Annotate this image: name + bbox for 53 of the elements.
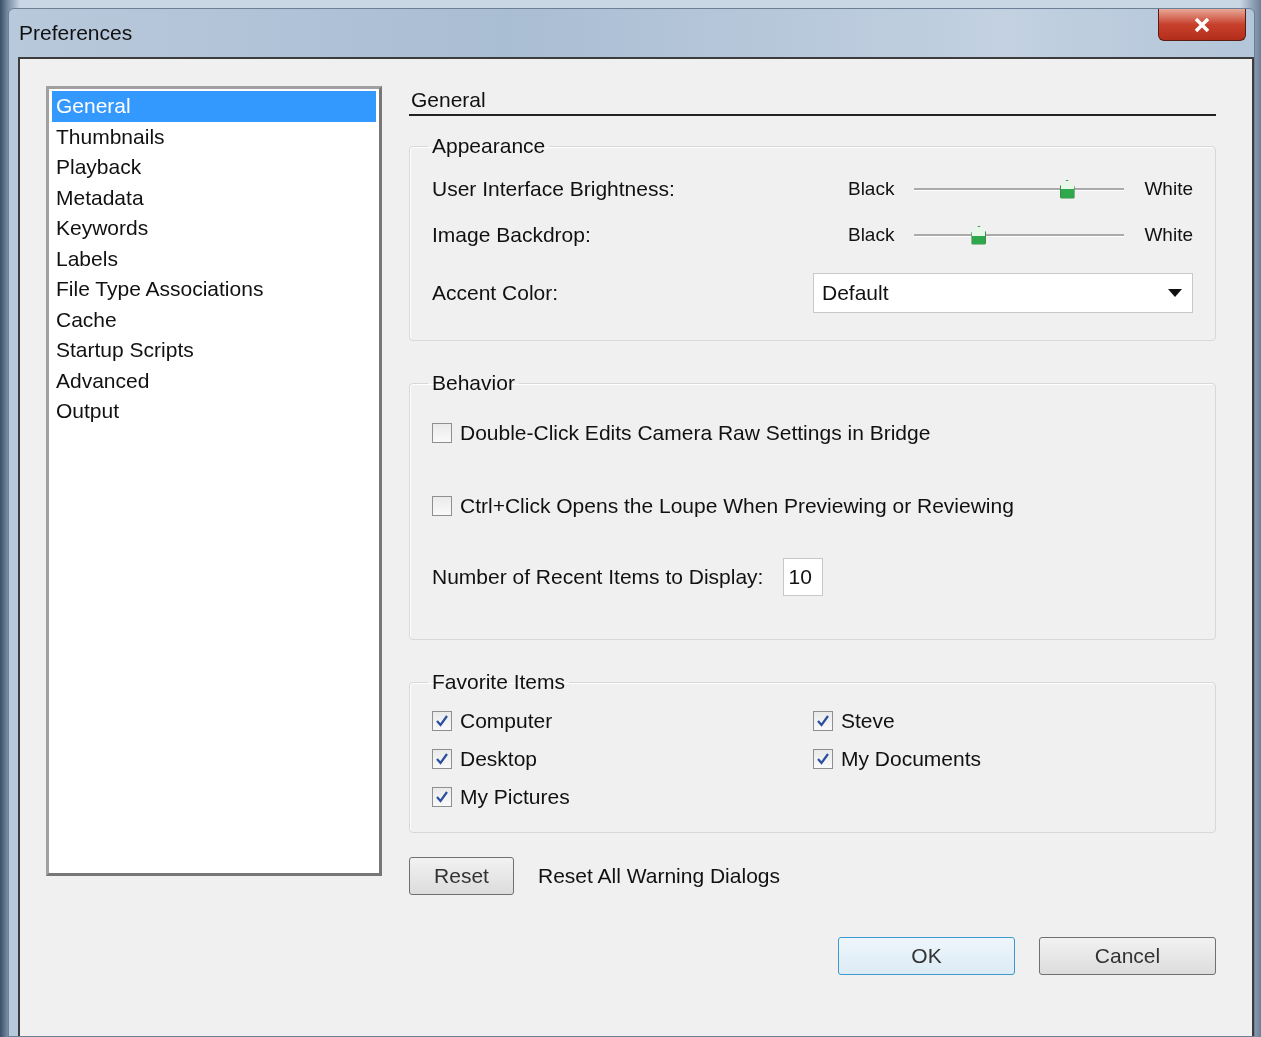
- reset-description: Reset All Warning Dialogs: [538, 864, 780, 888]
- category-item[interactable]: Labels: [52, 243, 376, 274]
- checkbox-label: Ctrl+Click Opens the Loupe When Previewing or Reviewing: [460, 494, 1014, 518]
- category-item[interactable]: Keywords: [52, 213, 376, 244]
- close-icon: [1192, 16, 1212, 33]
- slider-max-label: White: [1144, 224, 1193, 246]
- slider-thumb[interactable]: [971, 225, 987, 245]
- checkbox[interactable]: [432, 423, 452, 443]
- check-icon: [435, 790, 449, 804]
- accent-color-dropdown[interactable]: Default: [813, 273, 1193, 313]
- slider-min-label: Black: [847, 224, 895, 246]
- group-title: Appearance: [431, 134, 547, 158]
- check-icon: [816, 752, 830, 766]
- section-title: General: [409, 86, 1216, 116]
- check-icon: [435, 714, 449, 728]
- category-item[interactable]: Thumbnails: [52, 121, 376, 152]
- field-label: Accent Color:: [432, 281, 559, 305]
- category-item[interactable]: Startup Scripts: [52, 335, 376, 366]
- checkbox[interactable]: [432, 711, 452, 731]
- slider-min-label: Black: [847, 178, 895, 200]
- checkbox-label: Computer: [460, 709, 553, 733]
- caret-icon: [1168, 289, 1182, 297]
- checkbox-label: My Documents: [841, 747, 982, 771]
- slider-max-label: White: [1144, 178, 1193, 200]
- group-title: Behavior: [431, 371, 516, 395]
- check-icon: [435, 752, 449, 766]
- dialog-button[interactable]: Cancel: [1039, 937, 1216, 975]
- slider-thumb[interactable]: [1059, 179, 1075, 199]
- category-item[interactable]: Playback: [52, 152, 376, 183]
- checkbox-label: Steve: [841, 709, 895, 733]
- checkbox-label: Desktop: [460, 747, 538, 771]
- checkbox[interactable]: [813, 711, 833, 731]
- category-item[interactable]: Output: [52, 396, 376, 427]
- checkbox[interactable]: [813, 749, 833, 769]
- field-label: Number of Recent Items to Display:: [432, 565, 764, 589]
- window-title: Preferences: [19, 21, 133, 45]
- reset-button[interactable]: Reset: [409, 857, 514, 895]
- number-field[interactable]: 10: [783, 558, 824, 596]
- dialog-button[interactable]: OK: [838, 937, 1015, 975]
- checkbox[interactable]: [432, 496, 452, 516]
- checkbox[interactable]: [432, 787, 452, 807]
- category-item[interactable]: File Type Associations: [52, 274, 376, 305]
- slider-label: Image Backdrop:: [432, 223, 591, 247]
- checkbox[interactable]: [432, 749, 452, 769]
- close-button[interactable]: [1158, 9, 1246, 41]
- category-item[interactable]: Cache: [52, 304, 376, 335]
- checkbox-label: My Pictures: [460, 785, 570, 809]
- checkbox-label: Double-Click Edits Camera Raw Settings in Bridge: [460, 421, 931, 445]
- slider-label: User Interface Brightness:: [432, 177, 675, 201]
- category-item[interactable]: Metadata: [52, 182, 376, 213]
- category-item[interactable]: Advanced: [52, 365, 376, 396]
- check-icon: [816, 714, 830, 728]
- group-title: Favorite Items: [431, 670, 567, 694]
